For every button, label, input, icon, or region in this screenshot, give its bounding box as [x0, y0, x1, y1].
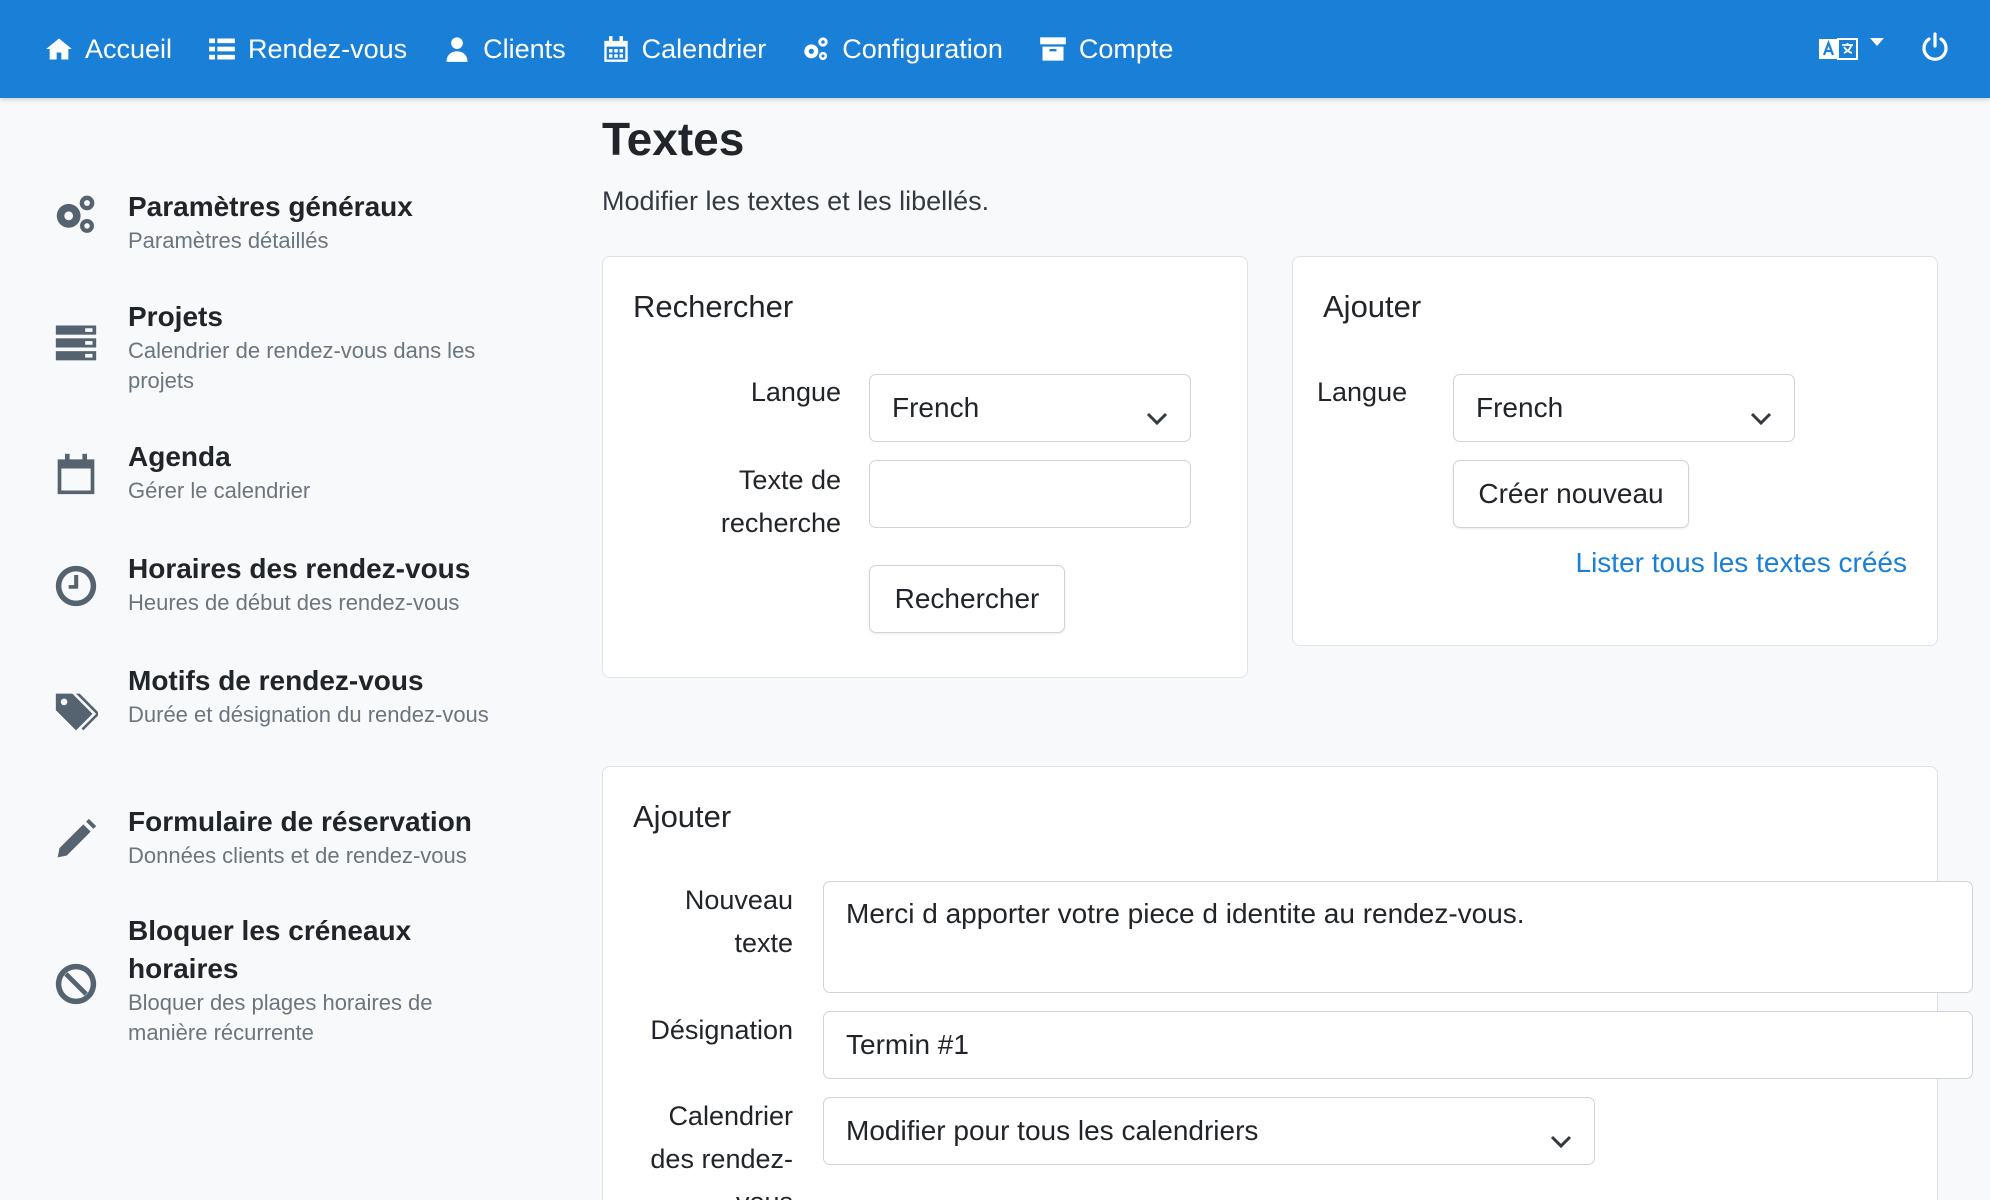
language-dropdown[interactable]	[1818, 35, 1884, 63]
server-icon	[54, 320, 98, 364]
chevron-down-icon	[1550, 1124, 1572, 1149]
page-subtitle: Modifier les textes et les libellés.	[602, 186, 990, 216]
designation-label: Désignation	[650, 1015, 793, 1045]
designation-value: Termin #1	[846, 1029, 969, 1060]
search-text-label: Texte de recherche	[720, 465, 841, 538]
add-language-label: Langue	[1317, 377, 1408, 407]
calendar-label: Calendrier des rendez-vous	[650, 1101, 793, 1200]
sidebar-item-title: Projets	[128, 301, 223, 332]
add-card-title: Ajouter	[1323, 289, 1422, 324]
add-card: Ajouter Langue French Créer nouveau List…	[1292, 256, 1938, 646]
chevron-down-icon	[1146, 401, 1168, 426]
list-all-texts-link[interactable]: Lister tous les textes créés	[1557, 547, 1907, 579]
ban-icon	[54, 962, 98, 1006]
archive-icon	[1040, 37, 1066, 61]
power-icon	[1922, 31, 1948, 61]
nav-item-clients[interactable]: Clients	[443, 34, 566, 65]
home-icon	[46, 38, 72, 60]
nav-item-configuration[interactable]: Configuration	[802, 34, 1003, 65]
logout-button[interactable]	[1920, 31, 1950, 67]
sidebar-item-subtitle: Heures de début des rendez-vous	[128, 590, 460, 615]
add-text-form-card: Ajouter Nouveau texte Merci d apporter v…	[602, 766, 1973, 1200]
add-language-select[interactable]: French	[1453, 374, 1795, 442]
search-language-label: Langue	[750, 377, 841, 407]
nav-label: Calendrier	[641, 33, 767, 64]
calendar-value: Modifier pour tous les calendriers	[846, 1115, 1259, 1146]
sidebar-item-title: Agenda	[128, 441, 231, 472]
add-form-title: Ajouter	[633, 799, 732, 834]
sidebar-item-subtitle: Bloquer des plages horaires de manière r…	[128, 990, 433, 1045]
sidebar-item-subtitle: Gérer le calendrier	[128, 478, 311, 503]
search-text-input[interactable]	[869, 460, 1191, 528]
nav-item-calendrier[interactable]: Calendrier	[602, 33, 767, 65]
sidebar-item-title: Formulaire de réservation	[128, 806, 472, 837]
calendar-icon	[604, 36, 628, 62]
add-language-value: French	[1476, 392, 1564, 423]
sidebar-item-subtitle: Durée et désignation du rendez-vous	[128, 702, 489, 727]
nav-label: Rendez-vous	[248, 33, 408, 64]
new-text-label: Nouveau texte	[684, 885, 793, 958]
nav-label: Accueil	[85, 33, 173, 64]
nav-right	[1818, 0, 1950, 98]
cogs-icon	[54, 192, 98, 236]
new-text-textarea[interactable]: Merci d apporter votre piece d identite …	[823, 881, 1973, 993]
sidebar-item-title: Bloquer les créneaux horaires	[128, 915, 412, 984]
search-card-title: Rechercher	[633, 289, 794, 324]
nav-item-compte[interactable]: Compte	[1039, 33, 1174, 65]
sidebar-item-subtitle: Calendrier de rendez-vous dans les proje…	[128, 338, 476, 393]
sidebar-item-title: Motifs de rendez-vous	[128, 665, 424, 696]
clock-icon	[54, 564, 98, 608]
language-icon	[1819, 38, 1858, 60]
user-icon	[446, 37, 468, 62]
sidebar-item-subtitle: Paramètres détaillés	[128, 228, 329, 253]
search-button[interactable]: Rechercher	[869, 565, 1065, 633]
list-icon	[209, 38, 235, 60]
top-navbar: Accueil Rendez-vous Clients Calendrier C…	[0, 0, 1990, 98]
nav-label: Configuration	[842, 33, 1003, 64]
tags-icon	[54, 690, 100, 734]
sidebar-item-subtitle: Données clients et de rendez-vous	[128, 843, 467, 868]
search-card: Rechercher Langue French Texte de recher…	[602, 256, 1248, 678]
calendar-select[interactable]: Modifier pour tous les calendriers	[823, 1097, 1595, 1165]
calendar-icon	[54, 452, 98, 496]
nav-label: Compte	[1078, 33, 1174, 64]
nav-menu: Accueil Rendez-vous Clients Calendrier C…	[45, 0, 1209, 98]
chevron-down-icon	[1750, 401, 1772, 426]
search-language-value: French	[892, 392, 980, 423]
sidebar-item-title: Horaires des rendez-vous	[128, 553, 471, 584]
search-language-select[interactable]: French	[869, 374, 1191, 442]
nav-item-accueil[interactable]: Accueil	[45, 34, 172, 65]
nav-item-rendez-vous[interactable]: Rendez-vous	[208, 34, 407, 65]
page-title: Textes	[602, 113, 745, 165]
create-new-button[interactable]: Créer nouveau	[1453, 460, 1689, 528]
sidebar-item-title: Paramètres généraux	[128, 191, 413, 222]
chevron-down-icon	[1870, 38, 1884, 46]
cogs-icon	[804, 37, 828, 61]
pencil-icon	[54, 817, 98, 861]
nav-label: Clients	[483, 33, 566, 64]
new-text-value: Merci d apporter votre piece d identite …	[846, 898, 1525, 929]
designation-input[interactable]: Termin #1	[823, 1011, 1973, 1079]
